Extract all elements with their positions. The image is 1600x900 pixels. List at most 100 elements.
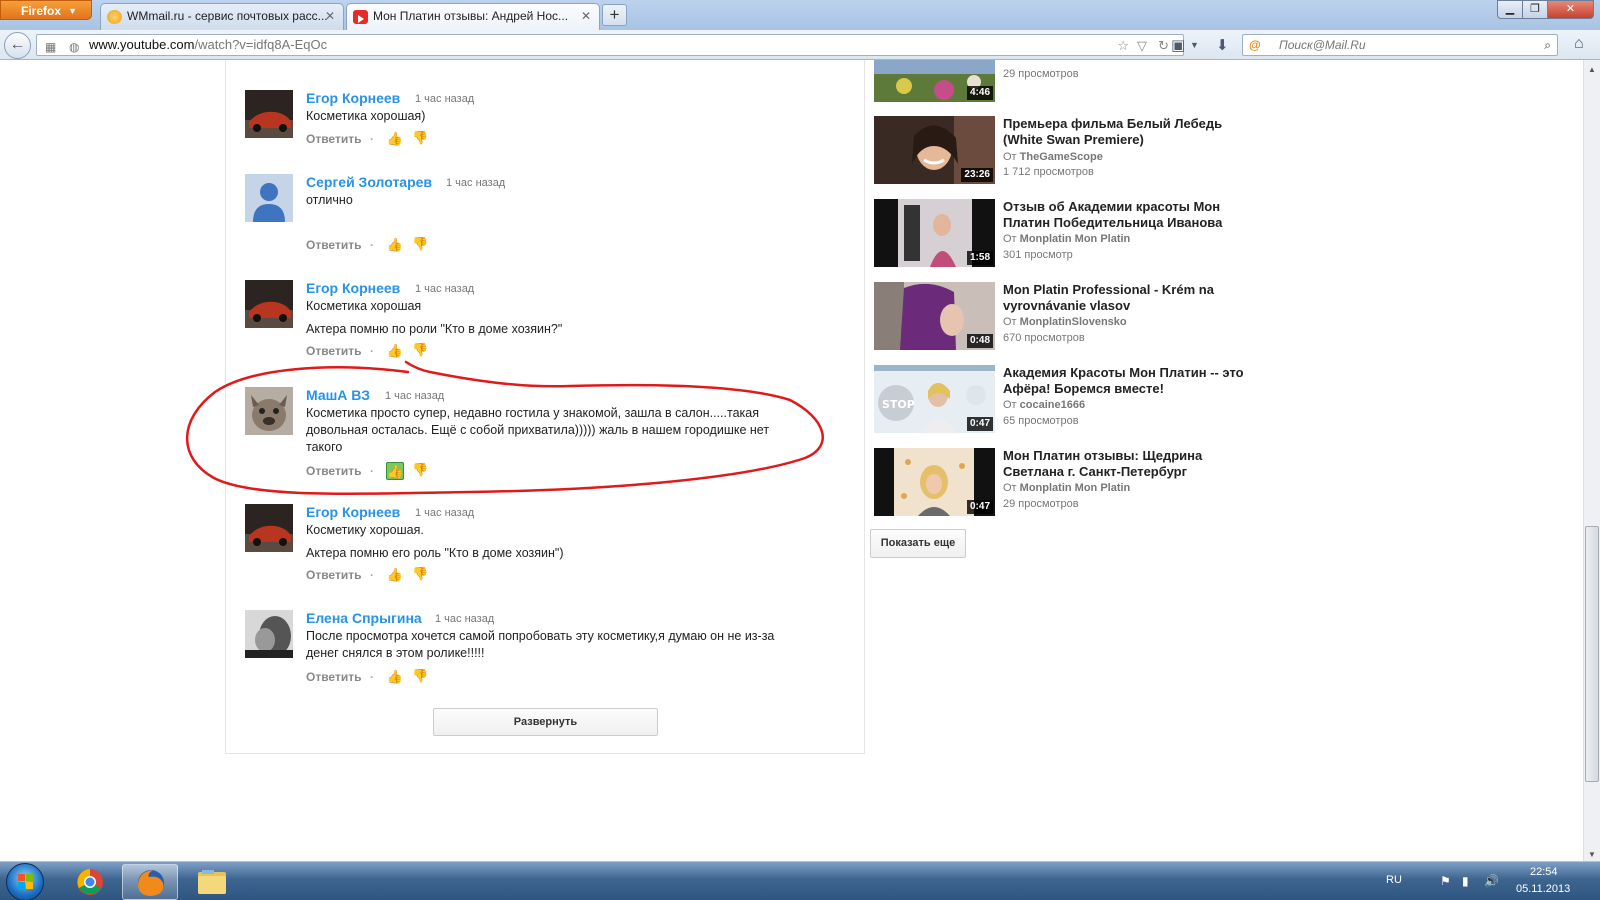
page-scrollbar[interactable]: ▲ ▼ [1583, 60, 1600, 865]
comment-item: Елена Спрыгина 1 час назад После просмот… [245, 610, 825, 690]
new-tab-button[interactable]: + [602, 4, 627, 26]
language-indicator[interactable]: RU [1386, 874, 1402, 886]
taskbar-firefox[interactable] [122, 864, 178, 900]
comment-item: Сергей Золотарев 1 час назад отлично Отв… [245, 174, 825, 252]
video-channel: От Monplatin Mon Platin [1003, 482, 1131, 494]
comment-actions: Ответить · 👍 👎 [306, 668, 429, 684]
chevron-down-icon[interactable]: ▼ [1190, 40, 1199, 50]
show-more-button[interactable]: Показать еще [870, 529, 966, 558]
channel-name[interactable]: TheGameScope [1020, 151, 1103, 163]
restore-button[interactable]: ❐ [1522, 0, 1548, 19]
taskbar-chrome[interactable] [62, 864, 118, 900]
avatar [245, 280, 293, 328]
video-title[interactable]: Отзыв об Академии красоты Мон Платин Поб… [1003, 199, 1263, 231]
related-video[interactable]: 1:58 Отзыв об Академии красоты Мон Плати… [874, 199, 1274, 267]
thumbs-down-icon[interactable]: 👎 [412, 668, 428, 684]
comment-author[interactable]: Егор Корнеев [306, 90, 400, 106]
firefox-menu-button[interactable]: Firefox ▼ [0, 0, 92, 20]
reply-button[interactable]: Ответить [306, 568, 361, 582]
history-dropdown-icon[interactable]: ▽ [1137, 36, 1147, 56]
video-views: 65 просмотров [1003, 415, 1079, 427]
window-close-button[interactable]: ✕ [1547, 0, 1594, 19]
home-icon[interactable]: ⌂ [1574, 35, 1584, 53]
video-title[interactable]: Премьера фильма Белый Лебедь (White Swan… [1003, 116, 1263, 148]
related-video[interactable]: 0:48 Mon Platin Professional - Krém na v… [874, 282, 1274, 350]
thumbs-down-icon[interactable]: 👎 [412, 462, 428, 478]
reply-button[interactable]: Ответить [306, 132, 361, 146]
related-video[interactable]: 23:26 Премьера фильма Белый Лебедь (Whit… [874, 116, 1274, 184]
video-thumbnail[interactable]: 0:48 [874, 282, 995, 350]
reply-button[interactable]: Ответить [306, 670, 361, 684]
clock-time[interactable]: 22:54 [1530, 866, 1558, 878]
expand-comments-button[interactable]: Развернуть [433, 708, 658, 736]
tab-youtube[interactable]: Мон Платин отзывы: Андрей Нос... ✕ [346, 3, 600, 30]
close-tab-icon[interactable]: ✕ [325, 4, 335, 29]
comment-line: Актера помню его роль "Кто в доме хозяин… [306, 546, 564, 560]
comment-author[interactable]: Сергей Золотарев [306, 174, 432, 190]
thumbs-up-icon[interactable]: 👍 [386, 566, 404, 584]
comment-line: Косметика хорошая) [306, 109, 426, 123]
navigation-toolbar: ← ▦ ◍ www.youtube.com/watch?v=idfq8A-EqO… [0, 30, 1600, 60]
minimize-button[interactable]: ▁ [1497, 0, 1523, 19]
close-tab-icon[interactable]: ✕ [581, 4, 591, 29]
video-thumbnail[interactable]: STOP 0:47 [874, 365, 995, 433]
comment-item: Егор Корнеев 1 час назад Косметика хорош… [245, 90, 825, 154]
action-center-icon[interactable]: ⚑ [1440, 874, 1451, 888]
bookmark-star-icon[interactable]: ☆ [1117, 36, 1129, 56]
video-thumbnail[interactable]: 4:46 [874, 60, 995, 102]
comment-author[interactable]: Егор Корнеев [306, 504, 400, 520]
video-title[interactable]: Mon Platin Professional - Krém na vyrovn… [1003, 282, 1263, 314]
windows-logo-icon [18, 874, 34, 890]
chevron-down-icon: ▼ [68, 6, 77, 16]
thumbs-up-icon[interactable]: 👍 [386, 668, 404, 686]
thumbs-down-icon[interactable]: 👎 [412, 236, 428, 252]
clock-date[interactable]: 05.11.2013 [1516, 883, 1570, 895]
comment-text: Косметика хорошая Актера помню по роли "… [306, 298, 806, 338]
reply-button[interactable]: Ответить [306, 238, 361, 252]
network-icon[interactable]: ▮ [1462, 874, 1469, 888]
channel-name[interactable]: Monplatin Mon Platin [1020, 233, 1131, 245]
downloads-icon[interactable]: ⬇ [1216, 36, 1229, 54]
comment-author[interactable]: Егор Корнеев [306, 280, 400, 296]
video-thumbnail[interactable]: 1:58 [874, 199, 995, 267]
thumbs-down-icon[interactable]: 👎 [412, 566, 428, 582]
thumbs-up-icon[interactable]: 👍 [386, 342, 404, 360]
thumbs-up-icon[interactable]: 👍 [386, 130, 404, 148]
related-video[interactable]: 0:47 Мон Платин отзывы: Щедрина Светлана… [874, 448, 1274, 516]
comment-author[interactable]: Елена Спрыгина [306, 610, 422, 626]
channel-name[interactable]: MonplatinSlovensko [1020, 316, 1127, 328]
bookmarks-menu-icon[interactable]: ▣ [1171, 36, 1185, 54]
comment-text: Косметику хорошая. Актера помню его роль… [306, 522, 806, 562]
taskbar-explorer[interactable] [184, 864, 240, 900]
back-button[interactable]: ← [4, 32, 31, 59]
scrollbar-thumb[interactable] [1585, 526, 1599, 782]
scroll-up-icon[interactable]: ▲ [1584, 62, 1600, 78]
video-duration: 0:47 [966, 500, 993, 514]
tab-wmmail[interactable]: WMmail.ru - сервис почтовых расс... ✕ [100, 3, 344, 30]
video-thumbnail[interactable]: 0:47 [874, 448, 995, 516]
thumbs-down-icon[interactable]: 👎 [412, 342, 428, 358]
reply-button[interactable]: Ответить [306, 464, 361, 478]
channel-name[interactable]: Monplatin Mon Platin [1020, 482, 1131, 494]
reload-icon[interactable]: ↻ [1158, 36, 1169, 56]
related-video[interactable]: STOP 0:47 Академия Красоты Мон Платин --… [874, 365, 1274, 433]
related-video-partial[interactable]: 4:46 29 просмотров [874, 60, 1274, 102]
comment-author[interactable]: МашА ВЗ [306, 387, 370, 403]
address-bar[interactable]: ▦ ◍ www.youtube.com/watch?v=idfq8A-EqOc … [36, 34, 1184, 56]
thumbs-up-icon[interactable]: 👍 [386, 462, 404, 480]
video-title[interactable]: Мон Платин отзывы: Щедрина Светлана г. С… [1003, 448, 1263, 480]
video-title[interactable]: Академия Красоты Мон Платин -- это Афёра… [1003, 365, 1263, 397]
reply-button[interactable]: Ответить [306, 344, 361, 358]
comment-actions: Ответить · 👍 👎 [306, 236, 429, 252]
channel-name[interactable]: cocaine1666 [1020, 399, 1085, 411]
mailru-search-engine-icon[interactable]: @ [1249, 35, 1261, 55]
start-button[interactable] [6, 863, 44, 900]
video-views: 29 просмотров [1003, 68, 1079, 80]
video-thumbnail[interactable]: 23:26 [874, 116, 995, 184]
volume-icon[interactable]: 🔊 [1484, 874, 1499, 888]
search-bar[interactable]: @ Поиск@Mail.Ru ⌕ [1242, 34, 1558, 56]
search-icon[interactable]: ⌕ [1544, 35, 1551, 55]
thumbs-up-icon[interactable]: 👍 [386, 236, 404, 254]
search-placeholder: Поиск@Mail.Ru [1279, 38, 1366, 52]
thumbs-down-icon[interactable]: 👎 [412, 130, 428, 146]
